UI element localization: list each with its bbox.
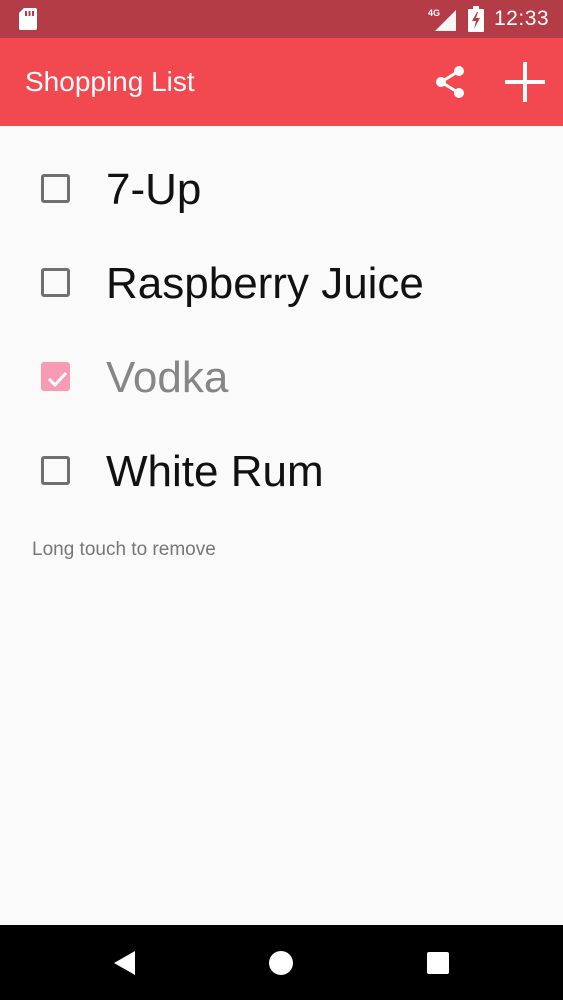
add-item-button[interactable] [500, 58, 550, 106]
share-button[interactable] [426, 58, 474, 106]
share-icon [436, 66, 464, 98]
status-clock: 12:33 [494, 7, 550, 30]
recents-button[interactable] [414, 939, 462, 987]
status-bar: 4G 12:33 [0, 0, 563, 38]
item-label: 7-Up [106, 165, 202, 214]
item-checkbox[interactable] [41, 174, 70, 203]
item-checkbox-checked[interactable] [41, 362, 70, 391]
list-item[interactable]: Raspberry Juice [0, 234, 563, 328]
back-icon [114, 951, 135, 975]
item-label: Vodka [106, 353, 229, 402]
app-title: Shopping List [25, 66, 195, 97]
add-icon [505, 62, 545, 102]
back-button[interactable] [101, 939, 149, 987]
app-bar: Shopping List [0, 38, 563, 126]
recents-icon [427, 952, 449, 974]
battery-charging-icon [468, 6, 484, 32]
item-label: White Rum [106, 447, 324, 496]
checkmark-icon [47, 371, 68, 388]
network-type-label: 4G [428, 8, 440, 18]
item-checkbox[interactable] [41, 268, 70, 297]
hint-text: Long touch to remove [32, 539, 216, 560]
navigation-bar [0, 925, 563, 1000]
home-button[interactable] [257, 939, 305, 987]
item-checkbox[interactable] [41, 456, 70, 485]
cell-signal-icon: 4G [428, 8, 456, 31]
list-item[interactable]: 7-Up [0, 140, 563, 234]
sd-card-icon [19, 8, 37, 30]
list-item[interactable]: Vodka [0, 328, 563, 422]
home-icon [269, 951, 293, 975]
item-label: Raspberry Juice [106, 259, 424, 308]
list-item[interactable]: White Rum [0, 422, 563, 516]
